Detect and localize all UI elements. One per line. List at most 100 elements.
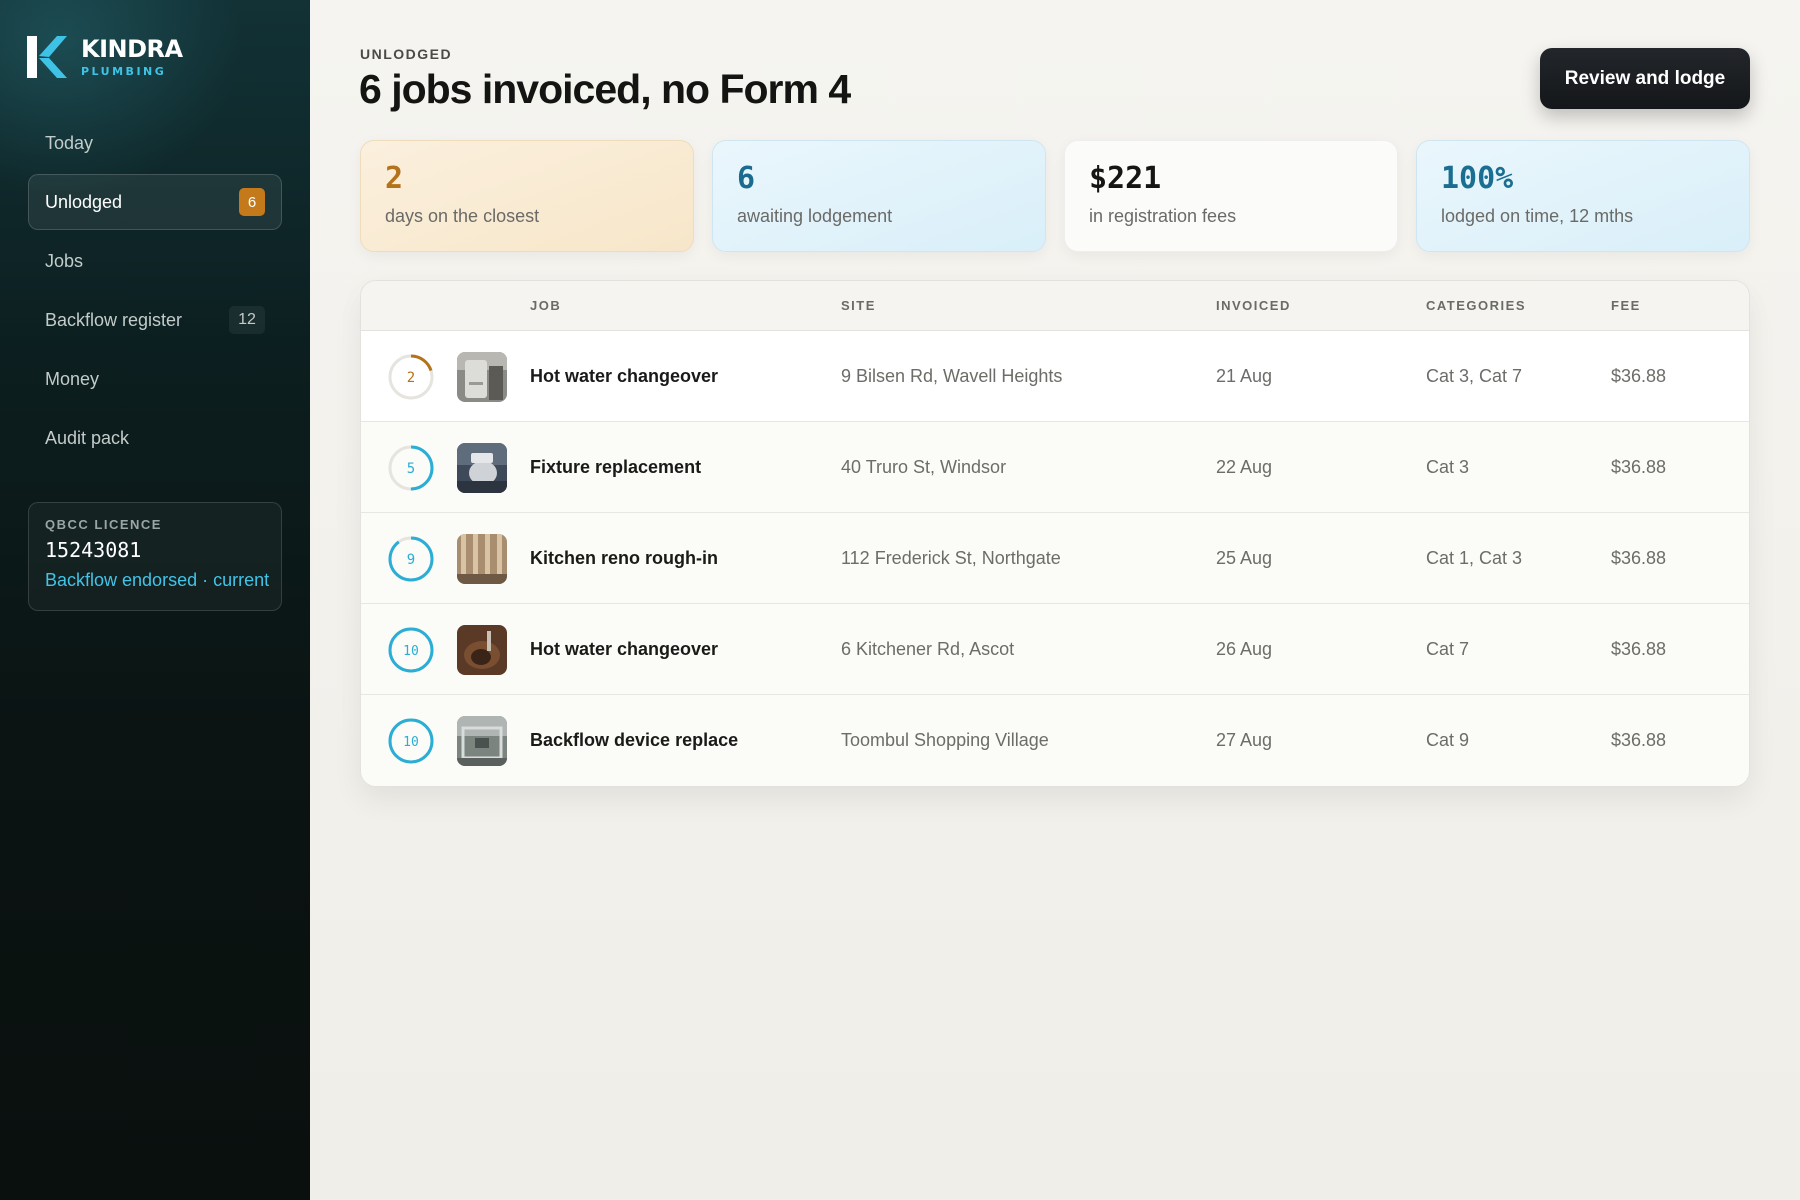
sidebar-item-label: Backflow register [45,309,183,330]
fixture-thumbnail-icon [457,442,507,493]
job-site: Toombul Shopping Village [841,730,1049,750]
days-progress-ring: 10 [388,718,434,763]
column-header-fee[interactable]: FEE [1611,298,1641,313]
days-progress-ring: 9 [388,536,434,581]
table-row[interactable]: 9 Kitchen reno rough-in 112 Frederick St [361,513,1749,604]
stat-card-awaiting: 6 awaiting lodgement [712,140,1046,252]
sidebar-item-today[interactable]: Today [28,115,282,171]
job-thumbnail[interactable] [457,331,507,422]
stat-value: 6 [737,161,756,196]
job-thumbnail[interactable] [457,604,507,695]
days-count: 10 [403,735,419,750]
job-invoiced-date: 27 Aug [1216,730,1273,750]
job-invoiced-date: 21 Aug [1216,366,1273,386]
days-ring: 2 [387,331,435,422]
days-ring: 9 [387,513,435,604]
table-row[interactable]: 5 Fixture replacement 40 Truro St, Winds… [361,422,1749,513]
days-ring: 10 [387,604,435,695]
table-row[interactable]: 10 Backflow device replace Toombul Shopp… [361,695,1749,786]
days-count: 9 [407,552,415,568]
job-fee: $36.88 [1611,639,1667,659]
stats-row: 2 days on the closest 6 awaiting lodgeme… [360,140,1750,252]
job-categories: Cat 1, Cat 3 [1426,548,1523,568]
kindra-logo-icon [27,36,67,78]
job-categories: Cat 9 [1426,730,1470,750]
licence-number: 15243081 [45,538,142,562]
stat-value: 100% [1441,161,1514,196]
job-fee: $36.88 [1611,548,1667,568]
stat-value: 2 [385,161,404,196]
job-categories: Cat 3, Cat 7 [1426,366,1523,386]
licence-card: QBCC LICENCE 15243081 Backflow endorsed … [28,502,282,611]
sidebar-item-backflow-register[interactable]: Backflow register 12 [28,292,282,348]
hot-water-thumbnail-icon [457,351,507,402]
job-invoiced-date: 22 Aug [1216,457,1273,477]
sidebar-item-label: Unlodged [45,191,123,212]
job-name[interactable]: Kitchen reno rough-in [530,513,718,604]
kitchen-thumbnail-icon [457,533,507,584]
job-fee: $36.88 [1611,366,1667,386]
count-badge: 12 [229,306,265,334]
column-header-site[interactable]: SITE [841,298,876,313]
main-content: UNLODGED 6 jobs invoiced, no Form 4 Revi… [310,0,1800,1200]
stat-card-fees: $221 in registration fees [1064,140,1398,252]
review-and-lodge-button[interactable]: Review and lodge [1540,48,1750,109]
page-eyebrow: UNLODGED [360,46,453,62]
sidebar-item-label: Jobs [45,250,84,271]
days-ring: 5 [387,422,435,513]
stat-value: $221 [1089,161,1162,196]
brand-subtitle: PLUMBING [81,65,167,78]
days-progress-ring: 2 [388,354,434,399]
unlodged-jobs-table: JOB SITE INVOICED CATEGORIES FEE 2 Hot w… [360,280,1750,787]
stat-label: days on the closest [385,206,540,226]
job-thumbnail[interactable] [457,513,507,604]
column-header-categories[interactable]: CATEGORIES [1426,298,1526,313]
stat-label: in registration fees [1089,206,1237,226]
job-site: 9 Bilsen Rd, Wavell Heights [841,366,1063,386]
count-badge: 6 [239,188,265,216]
job-site: 6 Kitchener Rd, Ascot [841,639,1015,659]
page-title: 6 jobs invoiced, no Form 4 [359,66,851,112]
sidebar: KINDRA PLUMBING Today Unlodged 6 Jobs Ba… [0,0,310,1200]
job-name[interactable]: Hot water changeover [530,604,718,695]
sidebar-nav: Today Unlodged 6 Jobs Backflow register … [28,115,282,469]
stat-label: awaiting lodgement [737,206,893,226]
table-row[interactable]: 10 Hot water changeover 6 Kitchener Rd, … [361,604,1749,695]
table-header: JOB SITE INVOICED CATEGORIES FEE [361,281,1749,331]
column-header-job[interactable]: JOB [530,298,561,313]
sidebar-item-money[interactable]: Money [28,351,282,407]
table-row[interactable]: 2 Hot water changeover 9 Bilsen Rd, Wave… [361,331,1749,422]
job-site: 112 Frederick St, Northgate [841,548,1061,568]
sidebar-item-label: Money [45,368,100,389]
days-progress-ring: 10 [388,627,434,672]
stat-card-on-time: 100% lodged on time, 12 mths [1416,140,1750,252]
job-name[interactable]: Hot water changeover [530,331,718,422]
stat-card-closest-days: 2 days on the closest [360,140,694,252]
sidebar-item-audit-pack[interactable]: Audit pack [28,410,282,466]
job-site: 40 Truro St, Windsor [841,457,1007,477]
brand-name: KINDRA [81,35,183,63]
days-progress-ring: 5 [388,445,434,490]
job-thumbnail[interactable] [457,422,507,513]
job-name[interactable]: Backflow device replace [530,695,738,786]
job-name[interactable]: Fixture replacement [530,422,701,513]
job-invoiced-date: 25 Aug [1216,548,1273,568]
days-count: 2 [407,370,415,386]
licence-label: QBCC LICENCE [45,517,162,532]
licence-status: Backflow endorsed · current [45,570,270,590]
job-categories: Cat 7 [1426,639,1470,659]
backflow-thumbnail-icon [457,715,507,766]
job-fee: $36.88 [1611,730,1667,750]
column-header-invoiced[interactable]: INVOICED [1216,298,1291,313]
days-count: 5 [407,461,415,477]
sidebar-item-unlodged[interactable]: Unlodged 6 [28,174,282,230]
excavation-thumbnail-icon [457,624,507,675]
sidebar-item-label: Audit pack [45,427,130,448]
brand[interactable]: KINDRA PLUMBING [27,34,183,80]
days-ring: 10 [387,695,435,786]
job-categories: Cat 3 [1426,457,1470,477]
job-thumbnail[interactable] [457,695,507,786]
sidebar-item-jobs[interactable]: Jobs [28,233,282,289]
days-count: 10 [403,644,419,659]
sidebar-item-label: Today [45,132,94,153]
